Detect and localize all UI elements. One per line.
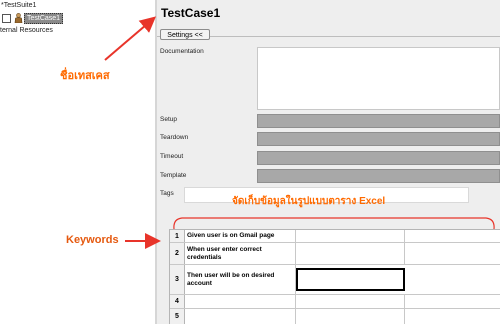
annotation-overlay xyxy=(104,16,495,249)
excel-bracket xyxy=(173,217,495,230)
test-case-name-annotation: ชื่อเทสเคส xyxy=(60,70,110,82)
excel-annotation: จัดเก็บข้อมูลในรูปแบบตาราง Excel xyxy=(232,196,386,207)
name-arrow xyxy=(104,16,157,61)
keywords-annotation: Keywords xyxy=(66,234,119,246)
